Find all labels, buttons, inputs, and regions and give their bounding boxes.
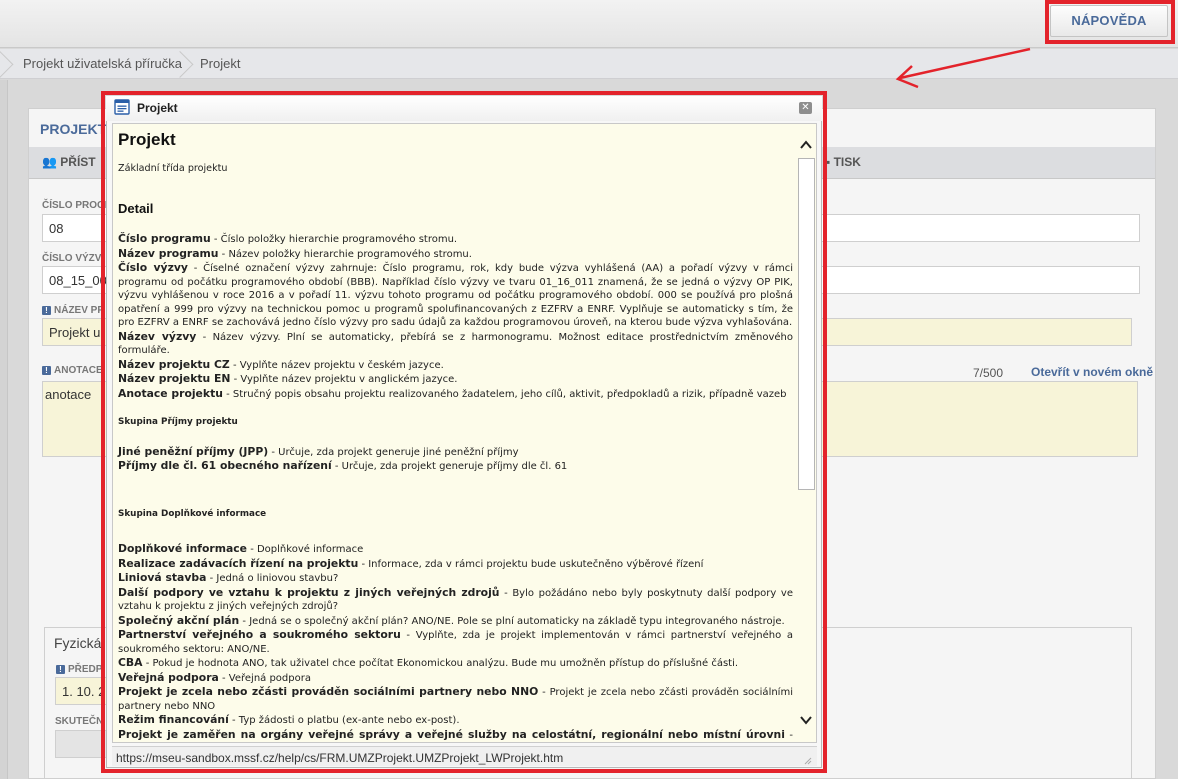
group-additional-heading: Skupina Doplňkové informace [118, 508, 267, 519]
help-item: Režim financování - Typ žádosti o platbu… [118, 713, 793, 728]
help-item-term: Název programu [118, 246, 219, 260]
help-item: Další podpory ve vztahu k projektu z jin… [118, 586, 793, 614]
help-item-description: - Typ žádosti o platbu (ex-ante nebo ex-… [228, 715, 460, 726]
help-item: Liniová stavba - Jedná o liniovou stavbu… [118, 571, 793, 586]
help-intro: Základní třída projektu [118, 163, 228, 174]
help-item-term: Veřejná podpora [118, 670, 219, 684]
help-item-description: - Určuje, zda projekt generuje jiné peně… [268, 446, 519, 458]
help-item: Veřejná podpora - Veřejná podpora [118, 671, 793, 686]
required-icon: ! [42, 306, 51, 315]
help-item: Název projektu EN - Vyplňte název projek… [118, 372, 793, 387]
left-sidebar-strip [0, 80, 8, 779]
open-new-window-link[interactable]: Otevřít v novém okně [1031, 365, 1153, 379]
help-item: Anotace projektu - Stručný popis obsahu … [118, 387, 793, 402]
help-item: Příjmy dle čl. 61 obecného nařízení - Ur… [118, 459, 793, 474]
help-item-term: Jiné peněžní příjmy (JPP) [118, 444, 269, 458]
detail-heading: Detail [118, 200, 154, 216]
annotation-char-counter: 7/500 [973, 366, 1004, 380]
help-item-term: Název projektu EN [118, 372, 231, 385]
group-income-heading: Skupina Příjmy projektu [118, 417, 238, 427]
red-arrow-annotation [895, 47, 1031, 89]
url-status-bar: https://mseu-sandbox.mssf.cz/help/cs/FRM… [112, 746, 817, 766]
required-icon: ! [56, 665, 65, 674]
tab-print[interactable]: ▪ TISK [826, 155, 861, 169]
help-item-description: - Jedná se o společný akční plán? ANO/NE… [239, 615, 785, 627]
help-item: CBA - Pokud je hodnota ANO, tak uživatel… [118, 656, 793, 671]
breadcrumb-separator [180, 49, 192, 79]
help-item: Název programu - Název položky hierarchi… [118, 247, 793, 262]
help-item-description: - Vyplňte název projektu v českém jazyce… [229, 359, 444, 371]
planned-date-label: ! PŘEDP [56, 664, 102, 675]
document-icon [114, 99, 130, 115]
help-item-term: Název výzvy [118, 329, 197, 343]
help-item-description: - Jedná o liniovou stavbu? [206, 573, 339, 584]
help-item-description: - Název výzvy. Plní se automaticky, přeb… [118, 331, 793, 357]
actual-date-label: SKUTEČN [55, 716, 104, 727]
help-item-description: - Veřejná podpora [218, 672, 311, 684]
help-item-description: - Doplňkové informace [247, 544, 364, 555]
help-content-frame[interactable]: Projekt Základní třída projektu Detail Č… [112, 123, 817, 743]
help-item-term: Projekt je zaměřen na orgány veřejné spr… [118, 727, 785, 741]
help-content: Projekt Základní třída projektu Detail Č… [118, 130, 793, 743]
help-item-term: Číslo výzvy [118, 261, 188, 274]
help-item-description: - Informace, zda v rámci projektu bude u… [358, 558, 704, 570]
help-item-term: Název projektu CZ [118, 357, 230, 371]
help-item-description: - Vyplňte název projektu v anglickém jaz… [230, 374, 458, 385]
help-item-term: Realizace zadávacích řízení na projektu [118, 556, 359, 570]
help-item-term: Partnerství veřejného a soukromého sekto… [118, 628, 401, 641]
help-item-term: Další podpory ve vztahu k projektu z jin… [118, 585, 500, 599]
help-item: Název projektu CZ - Vyplňte název projek… [118, 358, 793, 373]
modal-header [106, 96, 822, 121]
help-item: Projekt je zcela nebo zčásti prováděn so… [118, 685, 793, 713]
help-item: Název výzvy - Název výzvy. Plní se autom… [118, 330, 793, 358]
help-item-term: Anotace projektu [118, 386, 223, 400]
required-icon: ! [42, 366, 51, 375]
chevron-down-icon[interactable] [799, 712, 813, 728]
help-item-term: Společný akční plán [118, 613, 240, 627]
help-item-term: CBA [118, 656, 143, 669]
help-item: Partnerství veřejného a soukromého sekto… [118, 628, 793, 656]
help-item-term: Číslo programu [118, 232, 211, 245]
annotation-label: ! ANOTACE [42, 365, 103, 376]
call-number-label: ČÍSLO VÝZV [42, 253, 102, 264]
help-button[interactable]: NÁPOVĚDA [1050, 5, 1168, 37]
help-item-description: - Název položky hierarchie programového … [218, 248, 472, 260]
close-icon[interactable]: ✕ [799, 102, 812, 114]
modal-title: Projekt [137, 101, 178, 115]
help-item: Doplňkové informace - Doplňkové informac… [118, 542, 793, 557]
help-heading: Projekt [118, 130, 176, 149]
top-bar [0, 0, 1178, 48]
help-item-description: - Stručný popis obsahu projektu realizov… [222, 388, 787, 400]
help-item: Číslo programu - Číslo položky hierarchi… [118, 232, 793, 247]
breadcrumb-separator [0, 49, 12, 79]
help-item: Číslo výzvy - Číselné označení výzvy zah… [118, 261, 793, 330]
help-item-term: Doplňkové informace [118, 542, 248, 555]
project-name-label: ! NÁZEV PR [42, 305, 105, 316]
help-item-term: Liniová stavba [118, 571, 207, 584]
help-item-term: Příjmy dle čl. 61 obecného nařízení [118, 459, 332, 472]
help-item: Společný akční plán - Jedná se o společn… [118, 614, 793, 629]
help-item: Realizace zadávacích řízení na projektu … [118, 557, 793, 572]
scrollbar-thumb[interactable] [798, 158, 815, 490]
help-item-term: Režim financování [118, 713, 229, 726]
group-additional-list: Doplňkové informace - Doplňkové informac… [118, 542, 793, 743]
help-item-description: - Číslo položky hierarchie programového … [210, 234, 458, 245]
group-income-list: Jiné peněžní příjmy (JPP) - Určuje, zda … [118, 445, 793, 474]
panel-title: PROJEKT [40, 121, 107, 137]
fieldset-legend: Fyzická [54, 635, 106, 651]
help-item-description: - Číselné označení výzvy zahrnuje: Číslo… [118, 263, 793, 328]
chevron-up-icon[interactable] [799, 137, 813, 153]
help-item-term: Projekt je zcela nebo zčásti prováděn so… [118, 685, 539, 698]
breadcrumb-item-project[interactable]: Projekt [200, 56, 240, 71]
resize-grip-icon[interactable] [802, 755, 812, 765]
print-icon: ▪ [826, 155, 834, 169]
help-item-description: - Určuje, zda projekt generuje příjmy dl… [331, 461, 568, 472]
help-item-description: - Pokud je hodnota ANO, tak uživatel chc… [142, 658, 739, 669]
detail-list: Číslo programu - Číslo položky hierarchi… [118, 232, 793, 401]
people-icon: 👥 [42, 155, 61, 169]
help-item: Projekt je zaměřen na orgány veřejné spr… [118, 727, 793, 743]
tab-access[interactable]: 👥 PŘÍST [42, 155, 96, 169]
help-item: Jiné peněžní příjmy (JPP) - Určuje, zda … [118, 445, 793, 460]
breadcrumb-item-user-guide[interactable]: Projekt uživatelská příručka [23, 56, 182, 71]
